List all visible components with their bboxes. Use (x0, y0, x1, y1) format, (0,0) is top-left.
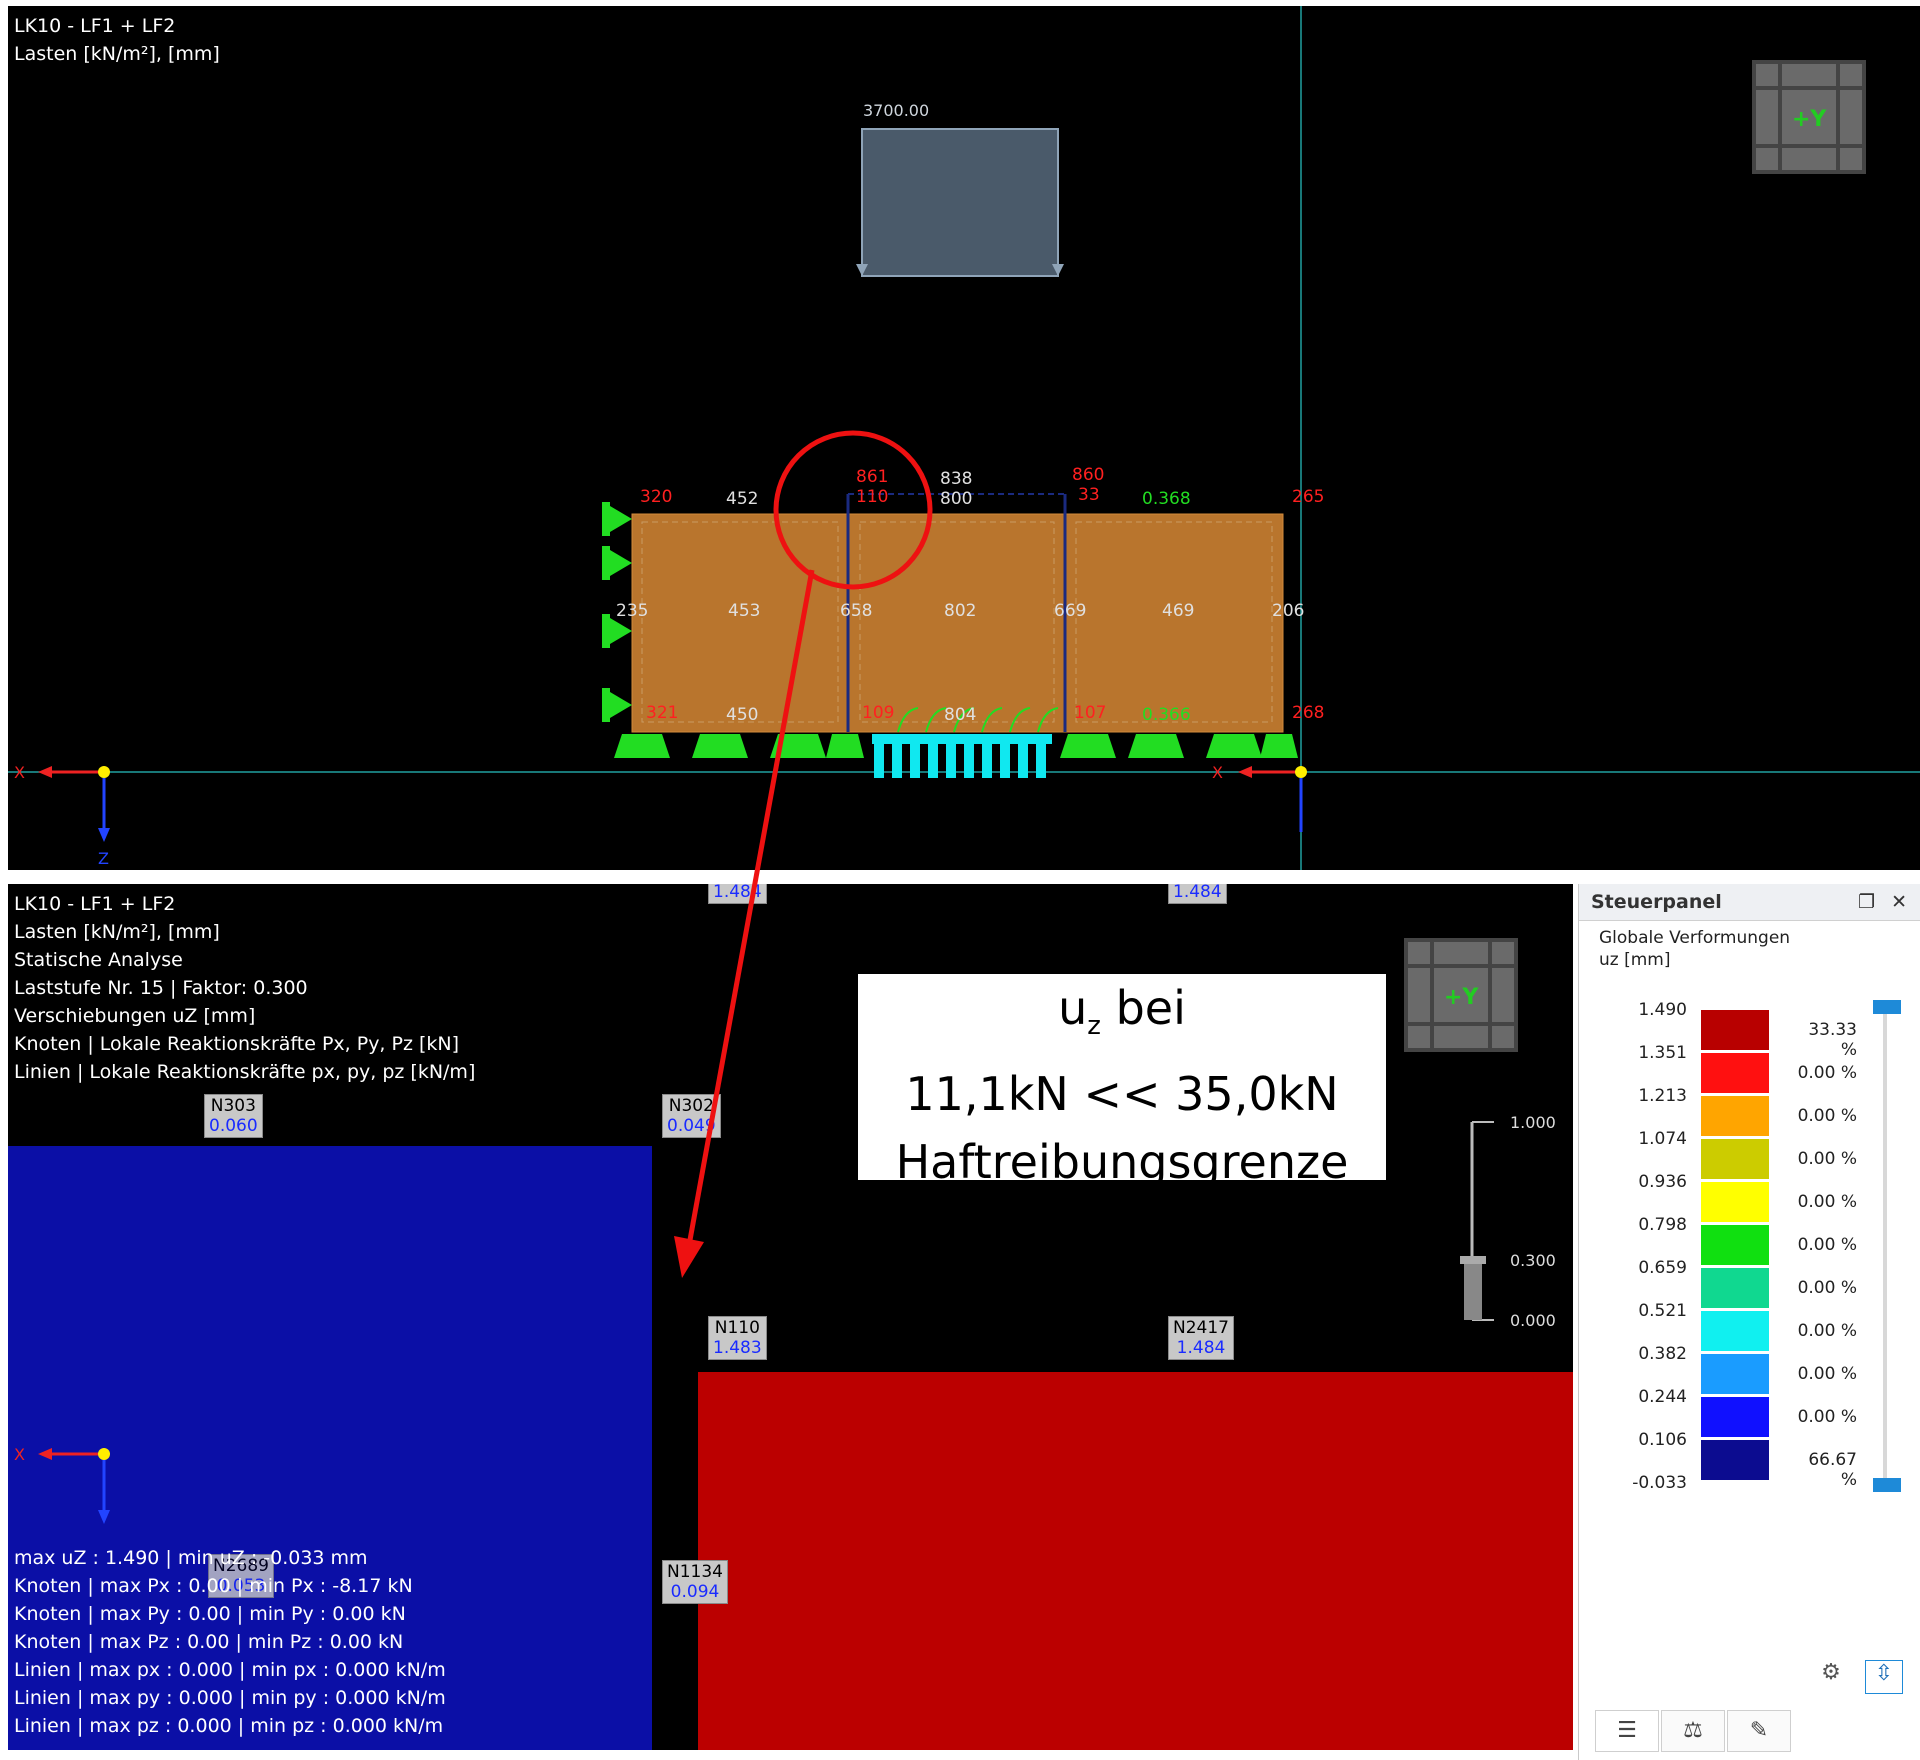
scale-swatch-4 (1701, 1139, 1769, 1179)
svg-text:+Y: +Y (1792, 107, 1827, 132)
svg-text:800: 800 (940, 489, 972, 509)
svg-text:861: 861 (856, 467, 888, 487)
svg-text:+Y: +Y (1444, 985, 1479, 1010)
svg-text:453: 453 (728, 601, 760, 621)
annotation-callout: uz bei 11,1kN << 35,0kN Haftreibungsgren… (858, 974, 1386, 1189)
restore-icon[interactable]: ❐ (1858, 884, 1875, 920)
scale-swatch-3 (1701, 1096, 1769, 1136)
svg-text:452: 452 (726, 489, 758, 509)
slab-left (631, 513, 848, 733)
svg-text:268: 268 (1292, 703, 1324, 723)
tab-balance-icon[interactable]: ⚖ (1661, 1710, 1725, 1752)
svg-text:320: 320 (640, 487, 672, 507)
svg-text:235: 235 (616, 601, 648, 621)
svg-text:469: 469 (1162, 601, 1194, 621)
svg-text:110: 110 (856, 487, 888, 507)
svg-text:107: 107 (1074, 703, 1106, 723)
panel-header: Steuerpanel ❐ ✕ (1579, 884, 1920, 921)
scale-swatch-6 (1701, 1225, 1769, 1265)
svg-text:860: 860 (1072, 465, 1104, 485)
control-panel: Steuerpanel ❐ ✕ Globale Verformungen uz … (1578, 884, 1920, 1760)
svg-text:X: X (1212, 763, 1223, 782)
svg-text:0.366: 0.366 (1142, 705, 1191, 725)
svg-text:669: 669 (1054, 601, 1086, 621)
slab-middle (847, 513, 1066, 733)
scale-swatch-11 (1701, 1440, 1769, 1480)
load-factor-slider[interactable]: 1.000 0.300 0.000 (1460, 1113, 1570, 1334)
svg-text:804: 804 (944, 705, 976, 725)
scale-swatch-10 (1701, 1397, 1769, 1437)
svg-text:658: 658 (840, 601, 872, 621)
scale-swatch-7 (1701, 1268, 1769, 1308)
scale-swatch-2 (1701, 1053, 1769, 1093)
panel-title: Steuerpanel (1591, 891, 1722, 913)
load-value-label: 3700.00 (863, 101, 929, 120)
scale-swatch-9 (1701, 1354, 1769, 1394)
load-block (861, 128, 1059, 277)
scale-range-track (1883, 1010, 1887, 1490)
svg-text:802: 802 (944, 601, 976, 621)
color-scale: 1.490 1.351 1.213 1.074 0.936 0.798 0.65… (1587, 1000, 1917, 1520)
svg-text:838: 838 (940, 469, 972, 489)
slab-right (1065, 513, 1284, 733)
svg-text:265: 265 (1292, 487, 1324, 507)
svg-text:0.300: 0.300 (1510, 1251, 1556, 1270)
scale-options-icon[interactable]: ⇳ (1865, 1660, 1903, 1694)
origin-marker-right (1295, 766, 1307, 778)
svg-text:X: X (14, 1445, 25, 1464)
svg-text:450: 450 (726, 705, 758, 725)
origin-marker-left (98, 766, 110, 778)
callout-line-2: 11,1kN << 35,0kN (905, 1067, 1339, 1122)
view-cube-bottom[interactable]: +Y (1404, 938, 1518, 1052)
settings-icon[interactable]: ⚙ (1813, 1660, 1849, 1692)
scale-swatch-8 (1701, 1311, 1769, 1351)
svg-text:X: X (14, 763, 25, 782)
svg-text:0.000: 0.000 (1510, 1311, 1556, 1330)
svg-text:33: 33 (1078, 485, 1100, 505)
close-icon[interactable]: ✕ (1891, 884, 1907, 920)
svg-text:1.000: 1.000 (1510, 1114, 1556, 1132)
view-cube-top[interactable]: +Y (1752, 60, 1866, 174)
section-title: Globale Verformungen (1599, 928, 1791, 948)
top-model-canvas: 3700.00 320 861 860 265 321 109 107 268 … (8, 6, 1920, 870)
tab-results-list-icon[interactable]: ☰ (1595, 1710, 1659, 1752)
svg-text:321: 321 (646, 703, 678, 723)
svg-text:0.368: 0.368 (1142, 489, 1191, 509)
svg-text:Z: Z (98, 849, 109, 868)
scale-max-handle[interactable] (1873, 1000, 1901, 1014)
top-viewport[interactable]: LK10 - LF1 + LF2 Lasten [kN/m²], [mm] 37… (8, 6, 1920, 870)
callout-line-3: Haftreibungsgrenze (895, 1135, 1349, 1190)
scale-min-handle[interactable] (1873, 1478, 1901, 1492)
svg-text:206: 206 (1272, 601, 1304, 621)
callout-line-1: uz bei (1058, 981, 1186, 1042)
scale-swatch-1 (1701, 1010, 1769, 1050)
section-unit: uz [mm] (1599, 950, 1671, 970)
svg-text:109: 109 (862, 703, 894, 723)
scale-swatch-5 (1701, 1182, 1769, 1222)
tab-edit-icon[interactable]: ✎ (1727, 1710, 1791, 1752)
